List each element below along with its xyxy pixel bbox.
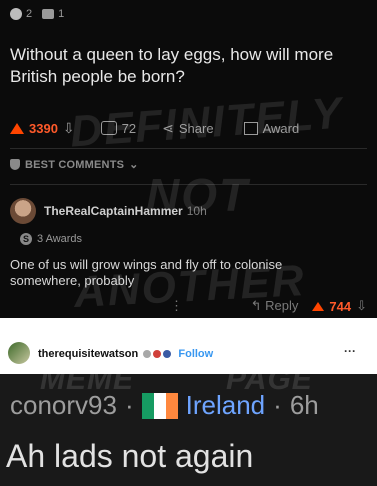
award-icon xyxy=(10,8,22,20)
post-actions: 3390 ⇩ 72 ⋖ Share Award xyxy=(10,116,370,140)
comment-awards-label: 3 Awards xyxy=(37,233,83,245)
instagram-username[interactable]: therequisitewatson xyxy=(38,348,138,360)
downvote-icon[interactable]: ⇩ xyxy=(63,120,75,137)
award-label: Award xyxy=(262,120,300,136)
silver-award-icon: S xyxy=(20,233,32,245)
avatar[interactable] xyxy=(8,342,30,364)
reply-label: Reply xyxy=(265,298,299,313)
emoji-icon xyxy=(153,350,162,359)
downvote-icon[interactable]: ⇩ xyxy=(356,298,367,314)
upvote-icon[interactable] xyxy=(312,301,325,311)
instagram-header: therequisitewatson Follow ··· xyxy=(0,318,377,368)
comment-text: One of us will grow wings and fly off to… xyxy=(10,257,283,288)
award-count-1: 2 xyxy=(26,8,33,20)
watermark-meme: MEME xyxy=(40,363,134,396)
avatar[interactable] xyxy=(10,198,36,224)
gift-icon xyxy=(243,121,258,135)
chevron-down-icon: ⌄ xyxy=(129,159,139,171)
award-button[interactable]: Award xyxy=(243,120,300,136)
instagram-post-panel: therequisitewatson Follow ··· conorv93 ·… xyxy=(0,318,377,486)
post-score: 3390 xyxy=(29,120,58,136)
follow-button[interactable]: Follow xyxy=(178,348,213,360)
divider xyxy=(10,184,367,185)
more-icon[interactable]: ⋮ xyxy=(170,298,184,314)
comment-username[interactable]: TheRealCaptainHammer xyxy=(44,204,183,218)
reply-text: Ah lads not again xyxy=(6,438,254,474)
share-icon: ⋖ xyxy=(162,119,174,136)
reddit-post-panel: 2 1 Without a queen to lay eggs, how wil… xyxy=(0,0,377,318)
ireland-flag-icon xyxy=(141,392,178,419)
upvote-icon[interactable] xyxy=(10,122,24,134)
comment-vote: 744 ⇩ xyxy=(312,298,367,314)
award-icon-2 xyxy=(42,9,55,19)
comment-author[interactable]: TheRealCaptainHammer 10h xyxy=(44,204,207,218)
share-label: Share xyxy=(178,120,214,136)
emoji-icon xyxy=(163,350,172,359)
watermark-page: PAGE xyxy=(226,363,313,396)
comments-button[interactable]: 72 xyxy=(100,120,137,136)
award-count-2: 1 xyxy=(58,8,65,20)
emoji-icon xyxy=(143,350,152,359)
divider xyxy=(10,148,367,149)
sort-label: BEST COMMENTS xyxy=(25,158,125,171)
reply-icon: ↰ xyxy=(250,298,266,313)
comment-count: 72 xyxy=(121,120,137,136)
share-button[interactable]: ⋖ Share xyxy=(162,120,213,137)
comment-actions: ⋮ ↰ Reply 744 ⇩ xyxy=(10,298,367,314)
vote-control: 3390 ⇩ xyxy=(10,120,75,137)
rocket-icon xyxy=(10,159,20,170)
more-options-icon[interactable]: ··· xyxy=(344,344,356,358)
reply-button[interactable]: ↰ Reply xyxy=(251,298,299,314)
comment-time: 10h xyxy=(186,204,207,218)
post-awards[interactable]: 2 1 xyxy=(10,8,64,20)
instagram-author: therequisitewatson Follow xyxy=(38,348,213,360)
sort-selector[interactable]: BEST COMMENTS ⌄ xyxy=(10,158,139,171)
comment-icon xyxy=(100,121,117,135)
comment-awards[interactable]: S 3 Awards xyxy=(20,233,82,245)
comment-score: 744 xyxy=(329,298,352,314)
post-title[interactable]: Without a queen to lay eggs, how will mo… xyxy=(10,44,370,88)
